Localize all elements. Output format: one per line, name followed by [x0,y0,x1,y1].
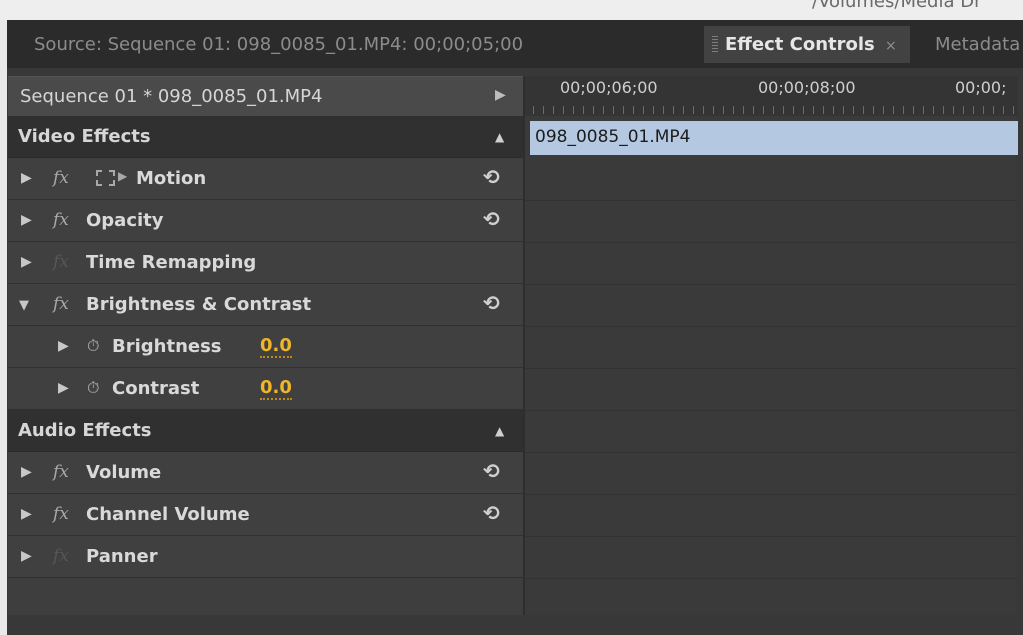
section-audio-effects-label: Audio Effects [18,420,152,441]
reset-icon[interactable]: ⟲ [483,459,500,483]
effect-brightness-contrast-label: Brightness & Contrast [86,294,312,315]
reset-icon[interactable]: ⟲ [483,207,500,231]
effect-motion-label: Motion [136,168,207,189]
effect-row-panner[interactable]: ▶ fx Panner [8,536,523,578]
expand-triangle-icon[interactable]: ▶ [21,548,32,564]
expand-triangle-icon[interactable]: ▶ [21,212,32,228]
effect-timeline-pane[interactable]: 00;00;06;00 00;00;08;00 00;00; 098_0085_… [523,76,1018,615]
effect-row-motion[interactable]: ▶ fx ▶ Motion ⟲ [8,158,523,200]
collapse-up-icon[interactable]: ▲ [495,130,504,144]
stopwatch-icon[interactable]: ⏱ [87,378,99,398]
ruler-timecode: 00;00;06;00 [560,78,658,97]
time-ruler[interactable]: 00;00;06;00 00;00;08;00 00;00; [525,76,1018,116]
row-divider [525,494,1018,495]
param-brightness-label: Brightness [112,336,222,357]
transform-play-icon: ▶ [118,169,128,183]
row-divider [525,452,1018,453]
param-contrast-value[interactable]: 0.0 [260,378,292,400]
row-divider [525,200,1018,201]
tab-effect-controls[interactable]: Effect Controls × [704,26,910,63]
row-divider [525,410,1018,411]
tab-source-monitor[interactable]: Source: Sequence 01: 098_0085_01.MP4: 00… [34,26,523,63]
transform-handle-icon[interactable] [96,170,115,186]
reset-icon[interactable]: ⟲ [483,501,500,525]
effect-row-time-remapping[interactable]: ▶ fx Time Remapping [8,242,523,284]
expand-triangle-icon[interactable]: ▶ [21,254,32,270]
effect-time-remapping-label: Time Remapping [86,252,257,273]
show-timeline-arrow-icon[interactable]: ▶ [495,87,506,103]
fx-toggle-icon[interactable]: fx [53,294,69,314]
ruler-ticks [533,106,1018,114]
row-divider [525,578,1018,579]
fx-toggle-icon[interactable]: fx [53,168,69,188]
tab-effect-controls-label: Effect Controls [725,34,875,55]
expand-triangle-icon[interactable]: ▶ [58,338,69,354]
row-divider [525,326,1018,327]
effect-opacity-label: Opacity [86,210,164,231]
collapse-up-icon[interactable]: ▲ [495,424,504,438]
reset-icon[interactable]: ⟲ [483,291,500,315]
tab-metadata[interactable]: Metadata [935,26,1023,63]
fx-toggle-icon[interactable]: fx [53,462,69,482]
row-divider [525,368,1018,369]
tab-close-icon[interactable]: × [885,38,897,54]
effect-panner-label: Panner [86,546,158,567]
expand-triangle-icon[interactable]: ▶ [21,506,32,522]
sequence-clip-header[interactable]: Sequence 01 * 098_0085_01.MP4 ▶ [8,76,523,116]
clip-bar[interactable]: 098_0085_01.MP4 [530,121,1018,155]
effect-row-volume[interactable]: ▶ fx Volume ⟲ [8,452,523,494]
effect-row-brightness-contrast[interactable]: ▼ fx Brightness & Contrast ⟲ [8,284,523,326]
section-video-effects[interactable]: Video Effects ▲ [8,116,523,158]
stopwatch-icon[interactable]: ⏱ [87,336,99,356]
effect-channel-volume-label: Channel Volume [86,504,250,525]
row-divider [525,536,1018,537]
expand-triangle-icon[interactable]: ▶ [21,464,32,480]
expand-triangle-icon[interactable]: ▶ [21,170,32,186]
effect-row-opacity[interactable]: ▶ fx Opacity ⟲ [8,200,523,242]
window-titlebar-fragment: /Volumes/Media Dr [0,0,1023,20]
param-brightness-value[interactable]: 0.0 [260,336,292,358]
ruler-timecode: 00;00;08;00 [758,78,856,97]
clip-label: 098_0085_01.MP4 [535,127,691,147]
param-row-contrast[interactable]: ▶ ⏱ Contrast 0.0 [8,368,523,410]
row-divider [525,242,1018,243]
fx-disabled-icon: fx [53,546,69,566]
sequence-clip-label: Sequence 01 * 098_0085_01.MP4 [20,86,323,107]
effect-row-channel-volume[interactable]: ▶ fx Channel Volume ⟲ [8,494,523,536]
row-divider [525,284,1018,285]
ruler-timecode: 00;00; [955,78,1007,97]
section-audio-effects[interactable]: Audio Effects ▲ [8,410,523,452]
fx-toggle-icon[interactable]: fx [53,210,69,230]
reset-icon[interactable]: ⟲ [483,165,500,189]
param-contrast-label: Contrast [112,378,200,399]
fx-toggle-icon[interactable]: fx [53,504,69,524]
expand-triangle-icon[interactable]: ▶ [58,380,69,396]
panel-tab-bar: Source: Sequence 01: 098_0085_01.MP4: 00… [7,20,1023,68]
collapse-triangle-icon[interactable]: ▼ [19,298,29,313]
section-video-effects-label: Video Effects [18,126,151,147]
effect-volume-label: Volume [86,462,162,483]
effects-list-pane: Sequence 01 * 098_0085_01.MP4 ▶ Video Ef… [8,76,523,615]
fx-disabled-icon: fx [53,252,69,272]
window-path-text: /Volumes/Media Dr [812,0,982,12]
tab-grip-icon[interactable] [712,36,718,53]
param-row-brightness[interactable]: ▶ ⏱ Brightness 0.0 [8,326,523,368]
